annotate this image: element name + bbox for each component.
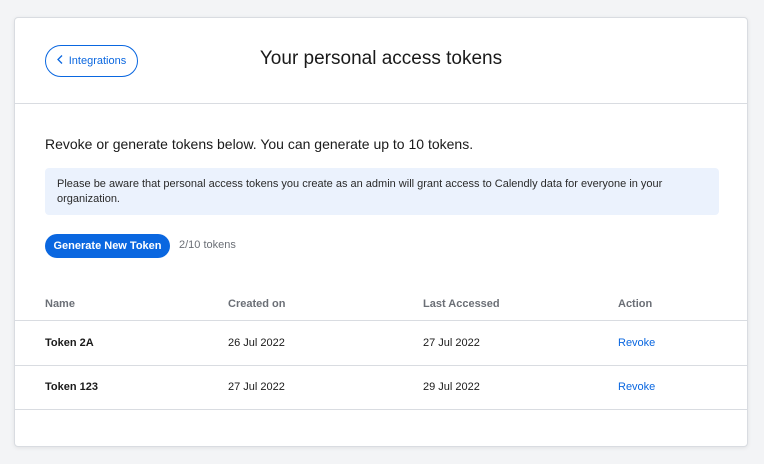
page-title: Your personal access tokens (259, 48, 503, 69)
column-header-name: Name (45, 298, 75, 310)
admin-notice: Please be aware that personal access tok… (45, 168, 719, 215)
token-created: 26 Jul 2022 (228, 337, 285, 349)
token-name: Token 2A (45, 337, 94, 349)
column-header-created: Created on (228, 298, 286, 310)
intro-text: Revoke or generate tokens below. You can… (45, 136, 474, 152)
revoke-link[interactable]: Revoke (618, 381, 655, 393)
token-name: Token 123 (45, 381, 98, 393)
table-row: Token 123 27 Jul 2022 29 Jul 2022 Revoke (15, 365, 747, 410)
column-header-last-accessed: Last Accessed (423, 298, 500, 310)
generate-new-token-button[interactable]: Generate New Token (45, 234, 170, 258)
page-header: Integrations Your personal access tokens (15, 18, 747, 104)
token-count: 2/10 tokens (179, 239, 236, 251)
token-created: 27 Jul 2022 (228, 381, 285, 393)
tokens-card: Integrations Your personal access tokens… (14, 17, 748, 447)
table-header: Name Created on Last Accessed Action (15, 288, 747, 321)
token-last-accessed: 27 Jul 2022 (423, 337, 480, 349)
table-row: Token 2A 26 Jul 2022 27 Jul 2022 Revoke (15, 321, 747, 366)
token-last-accessed: 29 Jul 2022 (423, 381, 480, 393)
revoke-link[interactable]: Revoke (618, 337, 655, 349)
column-header-action: Action (618, 298, 653, 310)
